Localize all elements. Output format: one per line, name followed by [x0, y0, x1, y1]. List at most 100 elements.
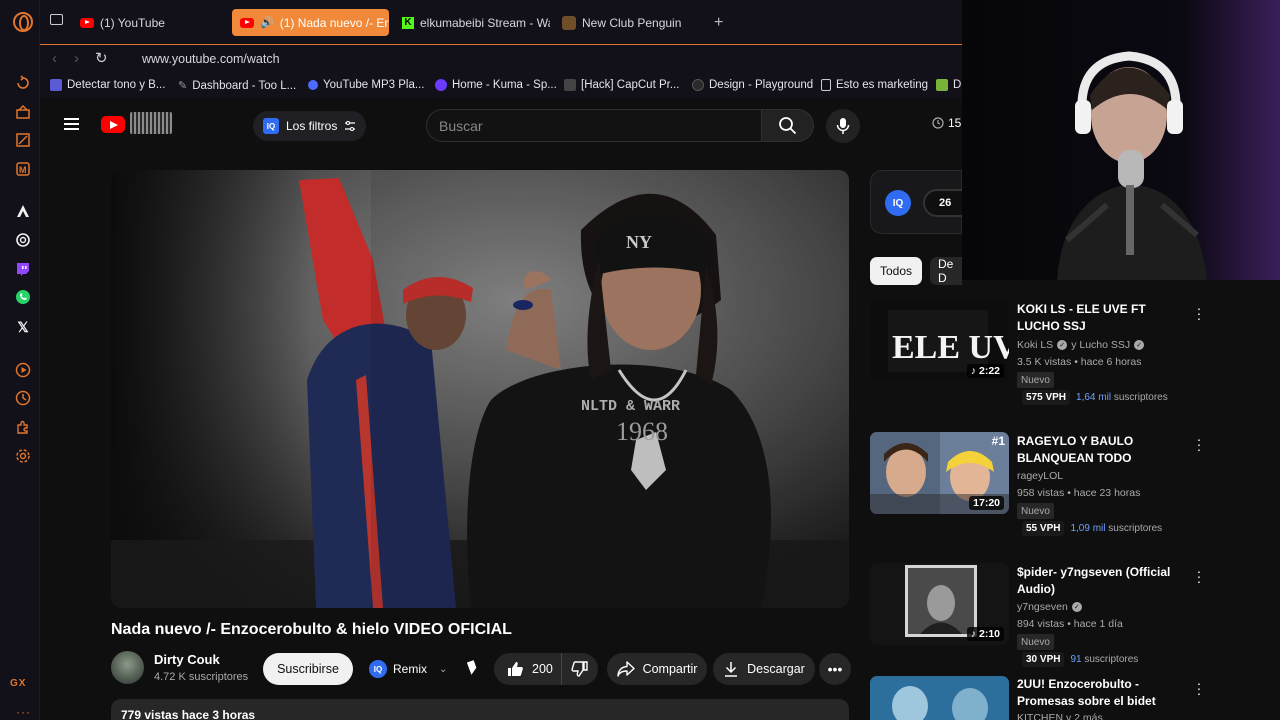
url-field[interactable]: www.youtube.com/watch [142, 52, 280, 66]
rec-thumbnail[interactable]: #1 17:20 [870, 432, 1009, 514]
bookmark-item[interactable]: Home - Kuma - Sp... [435, 79, 557, 91]
video-frame-image: NY NLTD & WARR 1968 [111, 170, 849, 608]
filters-button[interactable]: IQ Los filtros [253, 111, 367, 141]
search-button[interactable] [762, 109, 814, 142]
reload-icon[interactable]: ↻ [95, 49, 108, 67]
bookmark-label: Design - Playground [709, 79, 814, 91]
vph-badge: 30 VPH [1022, 652, 1065, 667]
webcam-overlay [962, 0, 1280, 280]
bookmark-item[interactable]: YouTube MP3 Pla... [308, 79, 424, 91]
gx-control-icon[interactable] [14, 74, 32, 92]
timer-pill[interactable]: 15 [932, 116, 961, 130]
search-input[interactable] [427, 110, 761, 141]
chip-todos[interactable]: Todos [870, 257, 923, 285]
dislike-button[interactable] [562, 660, 598, 678]
youtube-doodle-logo[interactable] [130, 112, 172, 134]
youtube-logo-icon[interactable] [101, 116, 125, 133]
new-tab-plus-icon[interactable]: + [714, 14, 723, 32]
tab-kick-stream[interactable]: K elkumabeibi Stream - Wa [394, 9, 550, 36]
rec-thumbnail[interactable]: ELE UVE ♪2:22 [870, 300, 1009, 382]
share-button[interactable]: Compartir [607, 653, 707, 685]
gx-corner-icon[interactable] [14, 103, 32, 121]
chatgpt-icon[interactable] [14, 231, 32, 249]
rec-channel[interactable]: y7ngseven ✓ [1017, 601, 1082, 613]
aria-icon[interactable] [14, 202, 32, 220]
iq-panel[interactable]: IQ 26 [870, 170, 962, 234]
vph-row: 30 VPH 91 suscriptores [1022, 652, 1138, 667]
subscribe-button[interactable]: Suscribirse [263, 653, 353, 685]
channel-label: y7ngseven [1017, 601, 1068, 613]
rec-channel[interactable]: Koki LS ✓ y Lucho SSJ ✓ [1017, 339, 1145, 351]
tab-club-penguin[interactable]: New Club Penguin [554, 9, 704, 36]
verified-check-icon: ✓ [1134, 340, 1145, 350]
history-icon[interactable] [14, 389, 32, 407]
forward-arrow-icon[interactable]: › [74, 50, 79, 67]
rec-channel[interactable]: KITCHEN y 2 más [1017, 712, 1103, 720]
bookmark-label: Dashboard - Too L... [192, 79, 297, 92]
description-box[interactable]: 779 vistas hace 3 horas [111, 699, 849, 720]
rec-thumbnail[interactable] [870, 676, 1009, 720]
voice-search-button[interactable] [826, 109, 860, 143]
player-icon[interactable] [14, 361, 32, 379]
rec-menu-kebab-icon[interactable]: · · · [1195, 301, 1203, 325]
tab-current-video[interactable]: 🔊 (1) Nada nuevo /- Enz [232, 9, 389, 36]
rec-title[interactable]: 2UU! Enzocerobulto - Promesas sobre el b… [1017, 676, 1189, 710]
rec-menu-kebab-icon[interactable]: · · · [1195, 676, 1203, 700]
opera-gx-logo-icon[interactable] [13, 12, 33, 32]
like-dislike-group: 200 [494, 653, 598, 685]
new-badge: Nuevo [1017, 503, 1054, 519]
extensions-icon[interactable] [14, 418, 32, 436]
rec-channel[interactable]: rageyLOL [1017, 470, 1063, 482]
remix-button[interactable]: IQ Remix ⌄ [361, 653, 456, 685]
menu-hamburger-icon[interactable] [64, 118, 79, 130]
rec-title[interactable]: $pider- y7ngseven (Official Audio) [1017, 564, 1189, 598]
bookmark-item[interactable]: Detectar tono y B... [50, 79, 165, 91]
subs-count: 1,09 mil [1070, 523, 1106, 534]
bookmark-item[interactable]: [Hack] CapCut Pr... [564, 79, 679, 91]
thumbs-up-icon [508, 662, 523, 676]
tab-list-icon[interactable] [50, 14, 63, 25]
thumbs-down-icon [571, 661, 588, 677]
subs-count: 1,64 mil [1076, 392, 1112, 403]
chip-second[interactable]: De D [930, 257, 962, 285]
rec-meta: 3.5 K vistas • hace 6 horas [1017, 356, 1142, 368]
address-bar: ‹ › ↻ www.youtube.com/watch [40, 44, 962, 74]
rec-thumbnail[interactable]: ♪ 2:10 [870, 563, 1009, 645]
like-button[interactable]: 200 [494, 653, 562, 685]
back-arrow-icon[interactable]: ‹ [52, 50, 57, 67]
more-horizontal-icon: ••• [827, 661, 843, 677]
speaker-icon[interactable]: 🔊 [260, 16, 274, 29]
video-player[interactable]: NY NLTD & WARR 1968 [111, 170, 849, 608]
x-twitter-icon[interactable]: 𝕏 [14, 318, 32, 336]
rec-meta: 958 vistas • hace 23 horas [1017, 487, 1141, 499]
twitch-alt-icon[interactable] [14, 131, 32, 149]
thumbnail-image [870, 676, 1009, 720]
more-actions-button[interactable]: ••• [819, 653, 851, 685]
channel-avatar[interactable] [111, 651, 144, 684]
whatsapp-icon[interactable] [14, 288, 32, 306]
youtube-page: IQ Los filtros 15 [40, 98, 962, 720]
settings-gear-icon[interactable] [14, 447, 32, 465]
download-button[interactable]: Descargar [713, 653, 815, 685]
verified-check-icon: ✓ [1057, 340, 1068, 350]
streamer-webcam-image [962, 0, 1280, 280]
rec-title[interactable]: RAGEYLO Y BAULO BLANQUEAN TODO #5DIGOS..… [1017, 433, 1189, 467]
rec-meta: 894 vistas • hace 1 día [1017, 618, 1123, 630]
rec-title[interactable]: KOKI LS - ELE UVE FT LUCHO SSJ [1017, 301, 1189, 335]
gx-label[interactable]: GX [10, 678, 26, 689]
tab-youtube-home[interactable]: (1) YouTube [72, 9, 222, 36]
music-player-icon[interactable]: M [14, 160, 32, 178]
channel-name[interactable]: Dirty Couk [154, 652, 220, 667]
twitch-icon[interactable] [14, 260, 32, 278]
iq-badge-icon: IQ [263, 118, 279, 134]
bookmarks-bar: Detectar tono y B... ✎ Dashboard - Too L.… [40, 74, 962, 98]
bookmark-item[interactable]: D [936, 79, 961, 91]
bookmark-item[interactable]: ✎ Dashboard - Too L... [178, 79, 297, 93]
rec-menu-kebab-icon[interactable]: · · · [1195, 564, 1203, 588]
kick-icon: K [402, 16, 414, 29]
bookmark-item[interactable]: Design - Playground [692, 79, 813, 91]
bookmark-item[interactable]: Esto es marketing [821, 79, 928, 91]
views-and-date: 779 vistas hace 3 horas [121, 708, 256, 720]
more-dots-icon[interactable]: ··· [16, 705, 31, 719]
rec-menu-kebab-icon[interactable]: · · · [1195, 432, 1203, 456]
